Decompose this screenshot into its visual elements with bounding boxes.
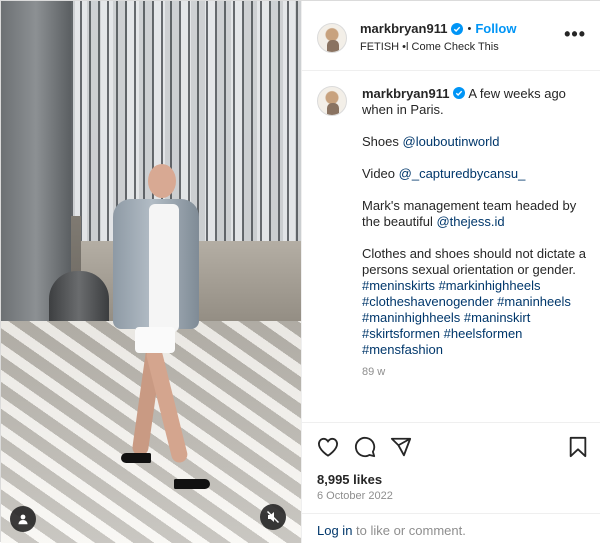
post-date[interactable]: 6 October 2022 — [317, 490, 393, 502]
hashtag-links[interactable]: #meninskirts #markinhighheels #clothesha… — [362, 278, 571, 357]
share-icon — [390, 437, 412, 457]
like-button[interactable] — [316, 435, 340, 459]
follow-button[interactable]: Follow — [475, 21, 516, 36]
person-tag-icon — [18, 514, 28, 525]
video-person-head — [148, 164, 176, 198]
avatar[interactable] — [317, 86, 347, 116]
video-high-heel — [121, 453, 151, 463]
statement-text: Clothes and shoes should not dictate a p… — [362, 246, 587, 277]
tagged-users-button[interactable] — [10, 506, 36, 532]
caption-username[interactable]: markbryan911 — [362, 86, 449, 101]
bookmark-icon — [569, 436, 587, 458]
share-button[interactable] — [389, 435, 413, 459]
caption-timestamp[interactable]: 89 w — [362, 364, 587, 380]
header-username[interactable]: markbryan911 — [360, 21, 447, 36]
mention-link[interactable]: @_capturedbycansu_ — [399, 166, 526, 181]
instagram-post-embed: markbryan911 • Follow FETISH •l Come Che… — [0, 0, 600, 543]
mention-link[interactable]: @thejess.id — [436, 214, 504, 229]
header-separator: • — [467, 22, 472, 35]
caption-intro: markbryan911 A few weeks ago when in Par… — [362, 86, 587, 118]
caption-section: markbryan911 A few weeks ago when in Par… — [302, 72, 600, 422]
likes-count[interactable]: 8,995 likes — [317, 472, 382, 487]
save-button[interactable] — [566, 435, 590, 459]
video-high-heel — [174, 479, 210, 489]
verified-badge-icon — [453, 87, 466, 99]
post-video[interactable] — [1, 1, 301, 543]
shoes-prefix: Shoes — [362, 134, 399, 149]
caption-management-line: Mark's management team headed by the bea… — [362, 198, 587, 230]
mute-toggle-button[interactable] — [260, 504, 286, 530]
comment-icon — [355, 436, 376, 458]
avatar[interactable] — [317, 23, 347, 53]
login-prompt: Log in to like or comment. — [302, 513, 600, 543]
login-prompt-text: Log in to like or comment. — [317, 523, 466, 538]
caption-text: markbryan911 A few weeks ago when in Par… — [362, 86, 587, 396]
more-options-button[interactable]: ••• — [564, 25, 586, 43]
mention-link[interactable]: @louboutinworld — [403, 134, 500, 149]
speaker-muted-icon — [267, 511, 279, 523]
caption-shoes-line: Shoes @louboutinworld — [362, 134, 587, 150]
heart-icon — [317, 437, 339, 457]
caption-statement: Clothes and shoes should not dictate a p… — [362, 246, 587, 358]
login-prompt-rest: to like or comment. — [352, 523, 466, 538]
video-person-shirt — [149, 204, 179, 332]
audio-track-link[interactable]: FETISH •l Come Check This — [360, 41, 499, 53]
post-details-panel: markbryan911 • Follow FETISH •l Come Che… — [301, 1, 600, 543]
header-user-row: markbryan911 • Follow — [360, 21, 516, 36]
video-prefix: Video — [362, 166, 396, 181]
post-header: markbryan911 • Follow FETISH •l Come Che… — [302, 1, 600, 71]
post-actions-bar — [302, 422, 600, 468]
verified-badge-icon — [451, 22, 464, 35]
video-person-shorts — [135, 327, 175, 353]
comment-button[interactable] — [353, 435, 377, 459]
caption-video-line: Video @_capturedbycansu_ — [362, 166, 587, 182]
login-link[interactable]: Log in — [317, 523, 352, 538]
